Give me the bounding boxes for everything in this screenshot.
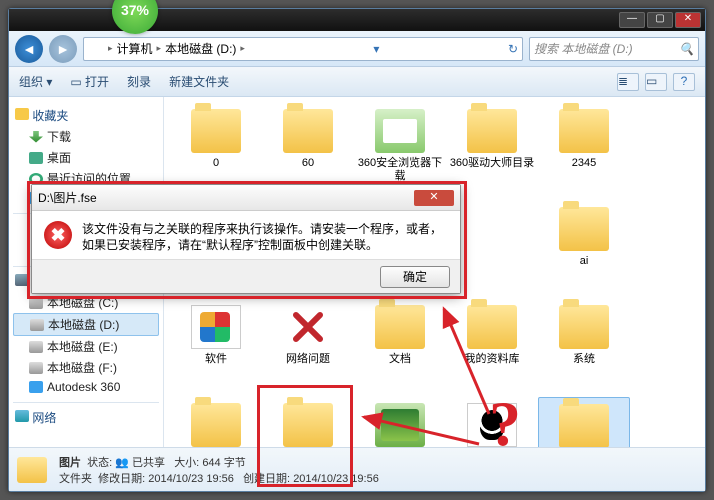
status-date-label: 修改日期:	[98, 473, 145, 485]
folder-icon	[375, 403, 425, 447]
folder-icon	[559, 207, 609, 251]
dropdown-icon[interactable]: ▾	[373, 42, 379, 56]
folder-icon	[467, 305, 517, 349]
folder-icon	[283, 403, 333, 447]
folder-item[interactable]: 我的资料库	[446, 299, 538, 397]
sidebar-item-downloads[interactable]: 下载	[13, 126, 159, 147]
explorer-window: — ▢ ✕ ◄ ► ▸ 计算机 ▸ 本地磁盘 (D:) ▸ ▾ ↻ 搜索 本地磁…	[8, 8, 706, 492]
computer-icon	[88, 42, 104, 56]
star-icon	[15, 108, 29, 120]
search-icon: 🔍	[679, 42, 694, 56]
folder-icon	[283, 109, 333, 153]
folder-item[interactable]: 文档	[354, 299, 446, 397]
nav-bar: ◄ ► ▸ 计算机 ▸ 本地磁盘 (D:) ▸ ▾ ↻ 搜索 本地磁盘 (D:)…	[9, 31, 705, 67]
view-options-button[interactable]: ≣	[617, 73, 639, 91]
folder-icon	[467, 109, 517, 153]
forward-button[interactable]: ►	[49, 35, 77, 63]
status-size-label: 大小:	[174, 457, 199, 469]
address-bar[interactable]: ▸ 计算机 ▸ 本地磁盘 (D:) ▸ ▾ ↻	[83, 37, 523, 61]
status-date: 2014/10/23 19:56	[148, 473, 234, 485]
breadcrumb-computer[interactable]: 计算机	[117, 40, 153, 57]
error-dialog: D:\图片.fse ✕ ✖ 该文件没有与之关联的程序来执行该操作。请安装一个程序…	[31, 184, 461, 294]
folder-icon	[375, 109, 425, 153]
open-button[interactable]: ▭ 打开	[70, 73, 109, 90]
folder-item[interactable]: 软件	[170, 299, 262, 397]
chevron-right-icon: ▸	[240, 43, 245, 54]
help-button[interactable]: ?	[673, 73, 695, 91]
autodesk-icon	[29, 381, 43, 393]
breadcrumb-drive-d[interactable]: 本地磁盘 (D:)	[165, 40, 236, 57]
status-type: 文件夹	[59, 473, 92, 485]
drive-icon	[29, 362, 43, 374]
folder-item[interactable]: 系统	[538, 299, 630, 397]
annotation-question-mark: ?	[489, 387, 521, 461]
folder-icon	[559, 305, 609, 349]
maximize-button[interactable]: ▢	[647, 12, 673, 28]
folder-item[interactable]: 迅雷下载	[262, 397, 354, 447]
folder-item[interactable]: 自然美景	[354, 397, 446, 447]
sidebar-item-drive-d[interactable]: 本地磁盘 (D:)	[13, 313, 159, 336]
folder-icon	[191, 109, 241, 153]
folder-icon	[191, 403, 241, 447]
download-icon	[29, 131, 43, 143]
x-icon	[283, 305, 333, 349]
folder-item-selected[interactable]: 图片	[538, 397, 630, 447]
folder-icon	[559, 109, 609, 153]
refresh-icon[interactable]: ↻	[508, 42, 518, 56]
status-create-label: 创建日期:	[243, 473, 290, 485]
sidebar-item-drive-f[interactable]: 本地磁盘 (F:)	[13, 357, 159, 378]
status-bar: 图片 状态: 👥 已共享 大小: 644 字节 文件夹 修改日期: 2014/1…	[9, 447, 705, 491]
error-icon: ✖	[44, 221, 72, 249]
drive-icon	[30, 319, 44, 331]
back-button[interactable]: ◄	[15, 35, 43, 63]
folder-icon	[559, 404, 609, 447]
search-input[interactable]: 搜索 本地磁盘 (D:) 🔍	[529, 37, 699, 61]
burn-button[interactable]: 刻录	[127, 73, 151, 90]
folder-item[interactable]: 2345	[538, 103, 630, 201]
status-thumb-icon	[17, 457, 47, 483]
minimize-button[interactable]: —	[619, 12, 645, 28]
folder-item[interactable]: ai	[538, 201, 630, 299]
open-icon: ▭	[70, 75, 85, 89]
favorites-header[interactable]: 收藏夹	[15, 107, 157, 124]
dialog-message: 该文件没有与之关联的程序来执行该操作。请安装一个程序，或者，如果已安装程序，请在…	[82, 221, 448, 253]
sidebar-item-drive-c[interactable]: 本地磁盘 (C:)	[13, 292, 159, 313]
status-size: 644 字节	[202, 457, 245, 469]
dialog-close-button[interactable]: ✕	[414, 190, 454, 206]
folder-icon	[375, 305, 425, 349]
status-name: 图片	[59, 457, 81, 469]
new-folder-button[interactable]: 新建文件夹	[169, 73, 229, 90]
preview-pane-button[interactable]: ▭	[645, 73, 667, 91]
drive-icon	[29, 341, 43, 353]
status-create: 2014/10/23 19:56	[293, 473, 379, 485]
organize-menu[interactable]: 组织 ▾	[19, 73, 52, 90]
chevron-right-icon: ▸	[108, 43, 113, 54]
ok-button[interactable]: 确定	[380, 266, 450, 288]
software-icon	[191, 305, 241, 349]
computer-icon	[15, 274, 29, 286]
folder-item[interactable]: 网络问题	[262, 299, 354, 397]
sidebar-item-autodesk-2[interactable]: Autodesk 360	[13, 378, 159, 396]
dialog-title: D:\图片.fse	[38, 189, 97, 206]
status-state: 已共享	[132, 457, 165, 469]
recent-icon	[29, 173, 43, 185]
chevron-right-icon: ▸	[157, 43, 162, 54]
sidebar-item-desktop[interactable]: 桌面	[13, 147, 159, 168]
desktop-icon	[29, 152, 43, 164]
status-state-label: 状态:	[87, 457, 112, 469]
network-header[interactable]: 网络	[15, 409, 157, 426]
close-button[interactable]: ✕	[675, 12, 701, 28]
folder-item[interactable]: 新建文件夹	[170, 397, 262, 447]
search-placeholder: 搜索 本地磁盘 (D:)	[534, 40, 633, 57]
drive-icon	[29, 297, 43, 309]
network-icon	[15, 410, 29, 422]
command-bar: 组织 ▾ ▭ 打开 刻录 新建文件夹 ≣ ▭ ?	[9, 67, 705, 97]
dialog-titlebar[interactable]: D:\图片.fse ✕	[32, 185, 460, 211]
sidebar-item-drive-e[interactable]: 本地磁盘 (E:)	[13, 336, 159, 357]
